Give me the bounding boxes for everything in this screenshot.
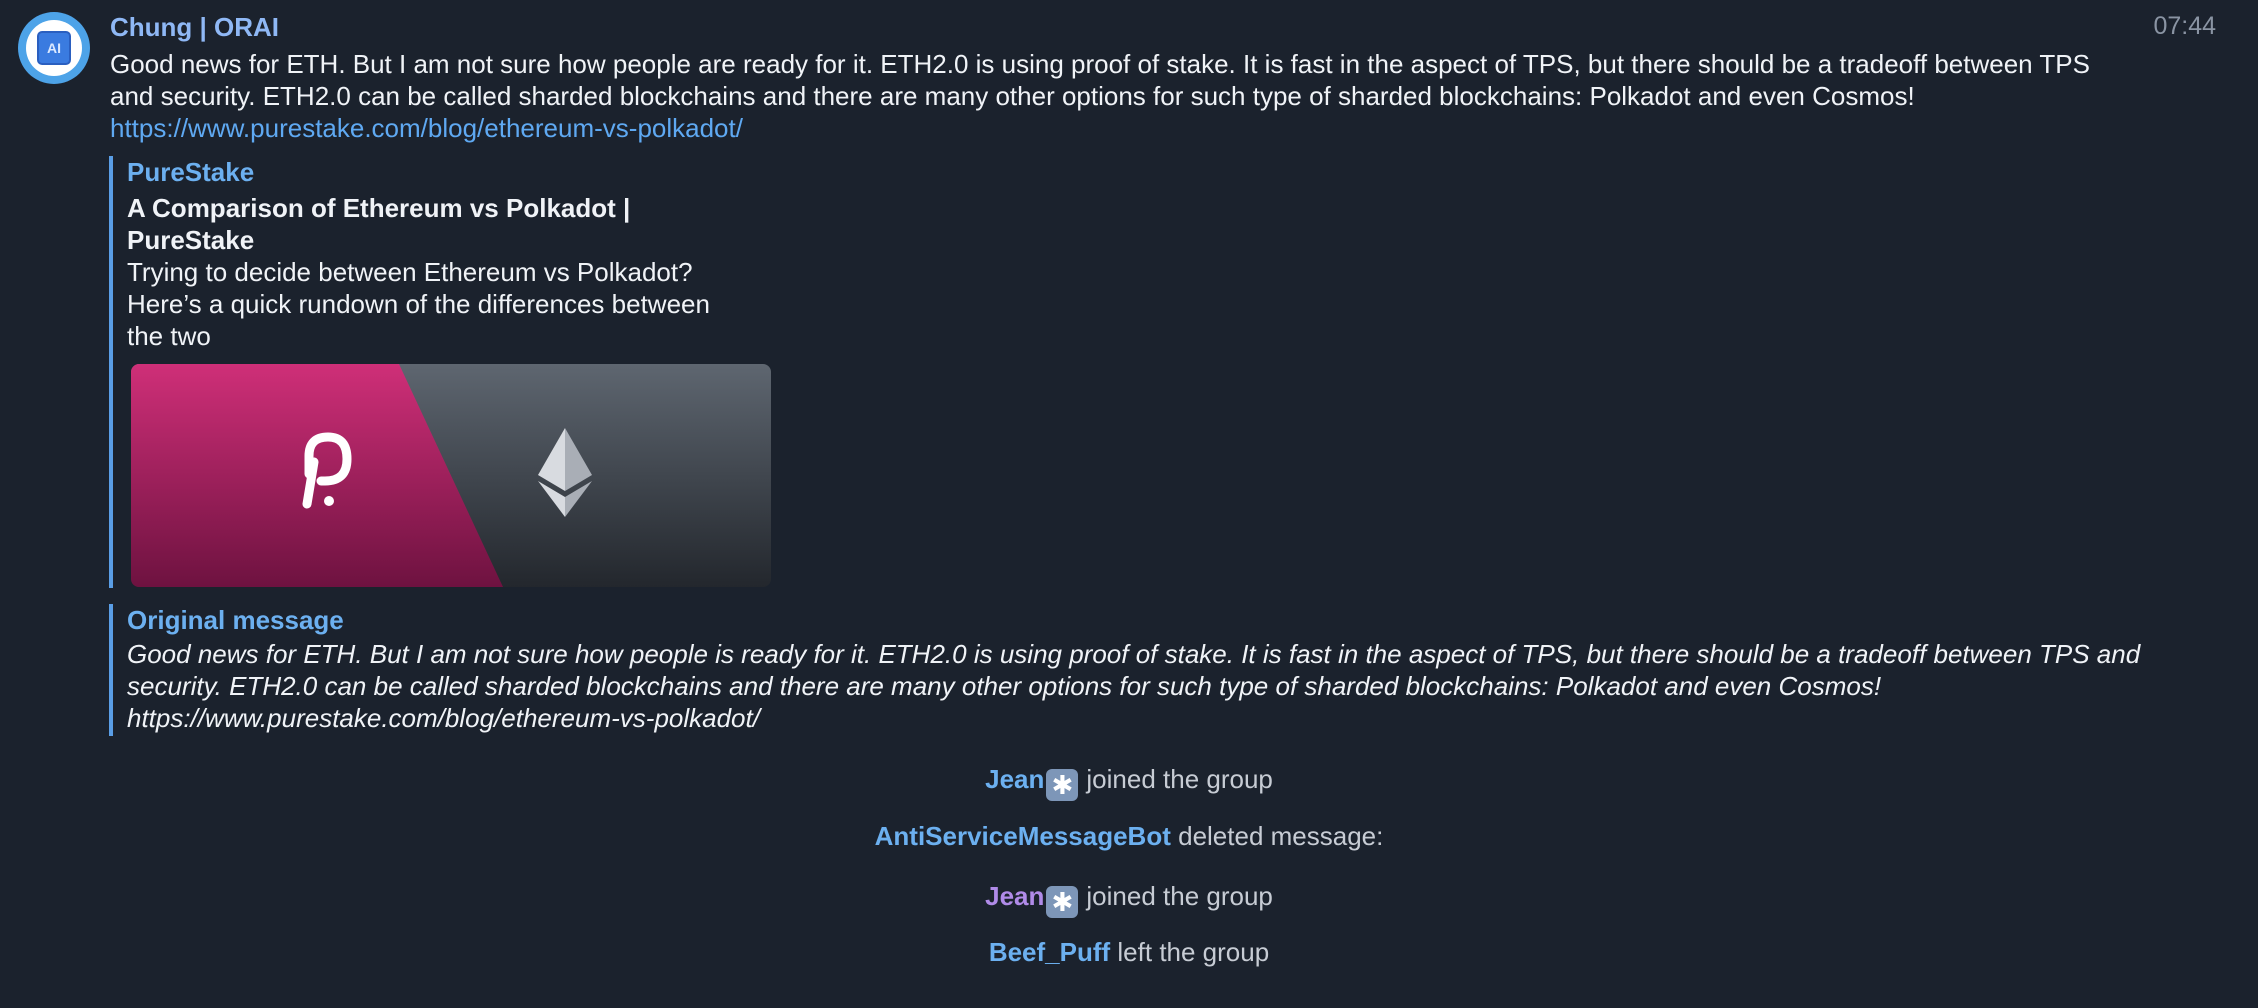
preview-title: A Comparison of Ethereum vs Polkadot | P… <box>127 193 631 255</box>
service-action: joined the group <box>1086 764 1273 794</box>
service-action: left the group <box>1117 937 1270 967</box>
preview-site-name: PureStake <box>127 157 255 187</box>
service-user-name[interactable]: AntiServiceMessageBot <box>875 821 1171 851</box>
original-message-quote[interactable]: Original message Good news for ETH. But … <box>109 604 2159 736</box>
service-user-name[interactable]: Beef_Puff <box>989 937 1110 967</box>
message-body: Good news for ETH. But I am not sure how… <box>110 49 2090 111</box>
message-link[interactable]: https://www.purestake.com/blog/ethereum-… <box>110 113 743 143</box>
message-text: Good news for ETH. But I am not sure how… <box>110 48 2110 144</box>
service-message: Jean ✱ joined the group <box>0 881 2258 918</box>
original-message-title: Original message <box>127 605 344 635</box>
avatar-ring: AI <box>26 20 82 76</box>
service-message: Jean ✱ joined the group <box>0 764 2258 801</box>
service-message: AntiServiceMessageBot deleted message: <box>0 821 2258 852</box>
ai-chip-icon: AI <box>37 31 71 65</box>
service-user-name[interactable]: Jean <box>985 764 1044 794</box>
service-user-name[interactable]: Jean <box>985 881 1044 911</box>
service-action: joined the group <box>1086 881 1273 911</box>
link-preview[interactable]: PureStake A Comparison of Ethereum vs Po… <box>109 156 771 588</box>
asterisk-badge-icon: ✱ <box>1046 886 1079 918</box>
service-action: deleted message: <box>1178 821 1384 851</box>
preview-image[interactable] <box>131 364 771 587</box>
sender-name[interactable]: Chung | ORAI <box>110 12 279 43</box>
original-message-text: Good news for ETH. But I am not sure how… <box>127 639 2141 733</box>
avatar[interactable]: AI <box>18 12 90 84</box>
asterisk-badge-icon: ✱ <box>1046 769 1079 801</box>
message-time: 07:44 <box>2153 12 2216 40</box>
preview-description: Trying to decide between Ethereum vs Pol… <box>127 257 710 351</box>
service-message: Beef_Puff left the group <box>0 937 2258 968</box>
chat-message: AI Chung | ORAI 07:44 Good news for ETH.… <box>0 0 2258 1008</box>
preview-image-graphic <box>131 364 771 587</box>
